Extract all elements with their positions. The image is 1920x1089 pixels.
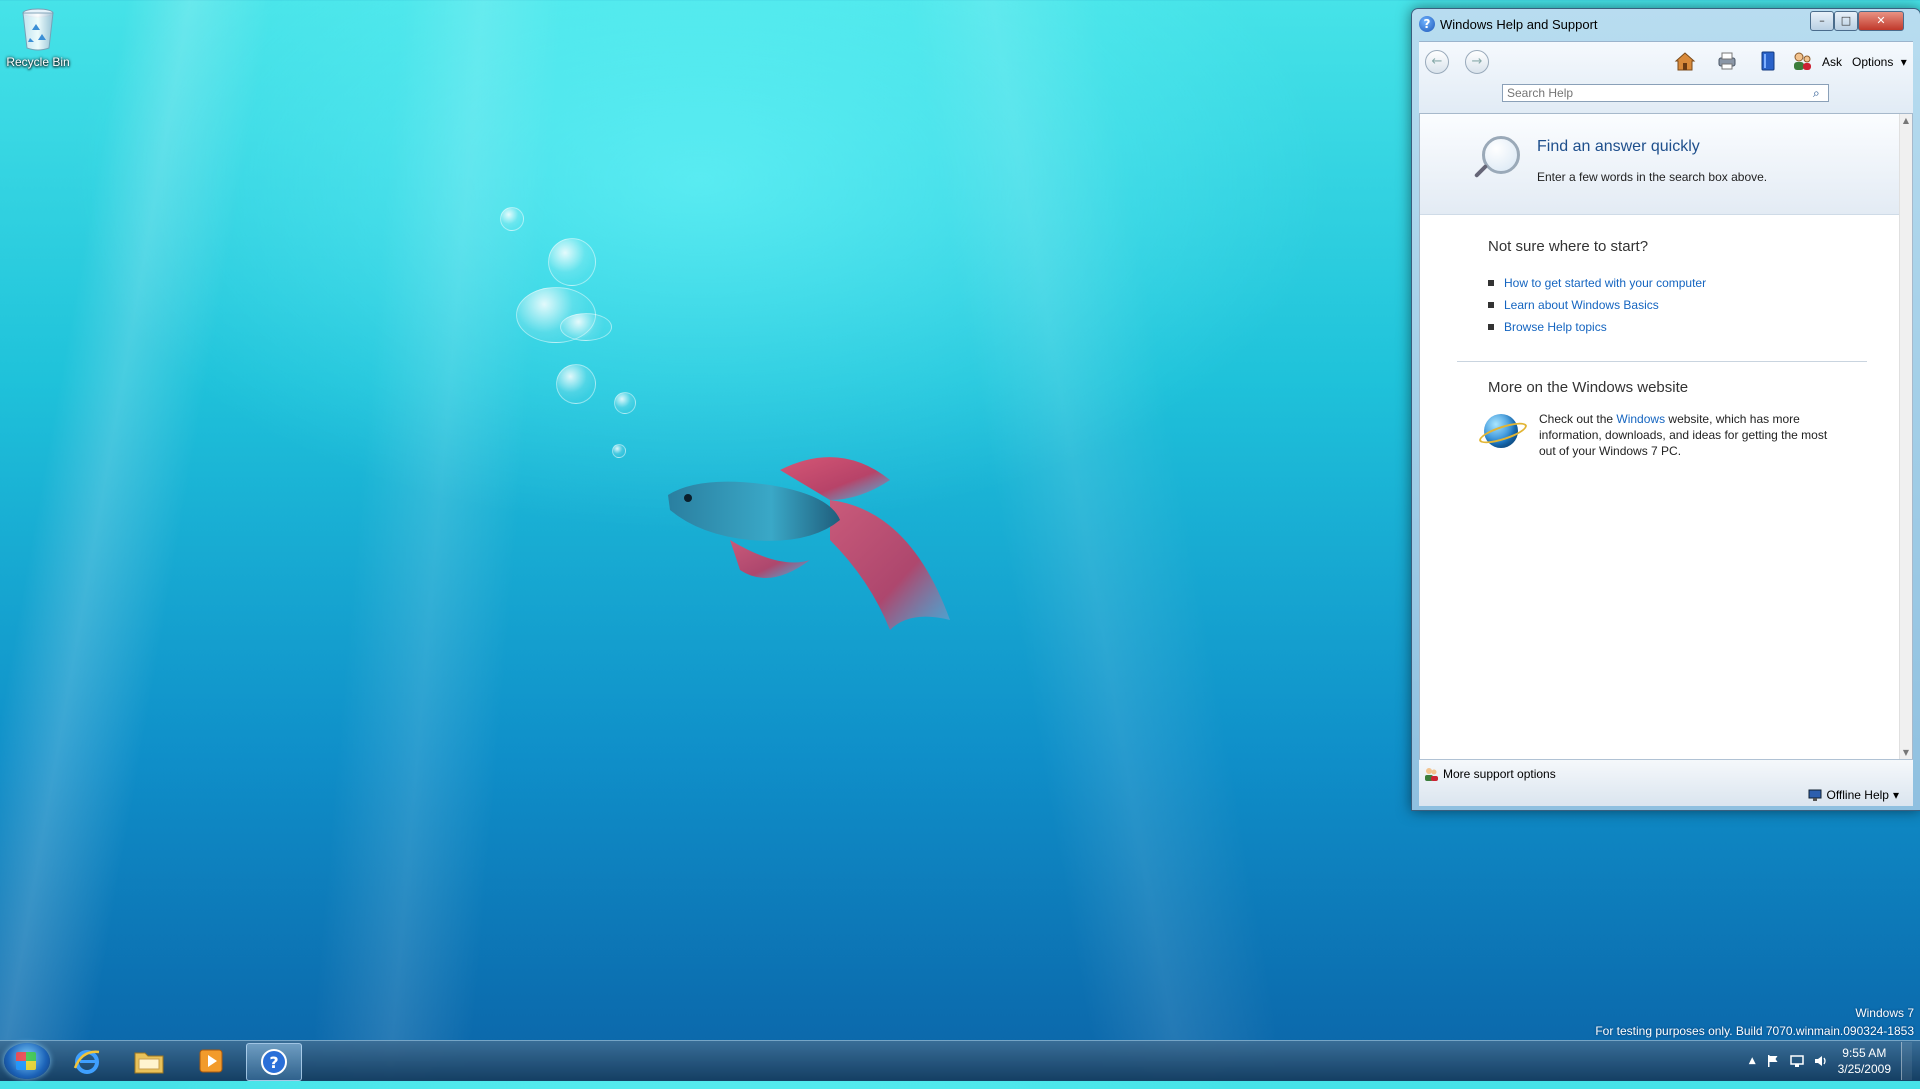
start-section-title: Not sure where to start? <box>1488 238 1649 255</box>
ask-button[interactable]: Ask <box>1822 55 1842 69</box>
internet-explorer-icon <box>73 1050 100 1074</box>
taskbar-windows-explorer[interactable] <box>122 1043 176 1079</box>
magnifier-icon <box>1482 136 1520 174</box>
show-hidden-icons-button[interactable]: ▲ <box>1749 1056 1756 1066</box>
chevron-down-icon: ▾ <box>1892 788 1899 802</box>
build-watermark: For testing purposes only. Build 7070.wi… <box>1595 1024 1914 1038</box>
bubble <box>548 238 596 286</box>
home-icon[interactable] <box>1674 50 1696 72</box>
ask-person-icon[interactable] <box>1791 50 1813 72</box>
link-get-started[interactable]: How to get started with your computer <box>1488 272 1706 294</box>
start-button[interactable] <box>4 1043 50 1079</box>
offline-help-button[interactable]: Offline Help ▾ <box>1808 788 1899 802</box>
windows-explorer-icon <box>134 1052 164 1074</box>
print-icon[interactable] <box>1716 50 1738 72</box>
website-text-before: Check out the <box>1539 412 1617 426</box>
bubble <box>614 392 636 414</box>
help-footer: More support options Offline Help ▾ <box>1419 759 1913 806</box>
bullet-icon <box>1488 324 1494 330</box>
options-button[interactable]: Options ▾ <box>1852 55 1907 69</box>
scroll-up-icon[interactable]: ▲ <box>1900 114 1912 128</box>
system-clock[interactable]: 9:55 AM 3/25/2009 <box>1838 1045 1891 1077</box>
windows-globe-icon <box>1484 414 1518 448</box>
windows-website-link[interactable]: Windows <box>1616 412 1665 426</box>
link-windows-basics[interactable]: Learn about Windows Basics <box>1488 294 1706 316</box>
close-button[interactable]: ✕ <box>1858 11 1904 31</box>
show-desktop-button[interactable] <box>1901 1042 1912 1080</box>
svg-text:?: ? <box>269 1053 278 1072</box>
forward-button[interactable]: → <box>1465 50 1489 74</box>
help-and-support-icon: ? <box>261 1049 287 1075</box>
link-browse-help-topics[interactable]: Browse Help topics <box>1488 316 1706 338</box>
taskbar-internet-explorer[interactable] <box>60 1043 114 1079</box>
chevron-down-icon: ▾ <box>1900 55 1907 69</box>
link-text: Browse Help topics <box>1504 320 1607 334</box>
bullet-icon <box>1488 280 1494 286</box>
action-center-flag-icon[interactable] <box>1766 1054 1780 1068</box>
link-text: Learn about Windows Basics <box>1504 298 1659 312</box>
minimize-button[interactable]: – <box>1810 11 1834 31</box>
bubble <box>556 364 596 404</box>
scroll-down-icon[interactable]: ▼ <box>1900 746 1912 760</box>
find-answer-panel: Find an answer quickly Enter a few words… <box>1420 114 1900 215</box>
taskbar-media-player[interactable] <box>184 1043 238 1079</box>
search-icon[interactable]: ⌕ <box>1813 86 1820 101</box>
bubble <box>612 444 626 458</box>
desktop-icon-label: Recycle Bin <box>6 55 70 69</box>
browse-help-icon[interactable] <box>1757 50 1779 72</box>
support-people-icon <box>1425 768 1438 781</box>
link-text: How to get started with your computer <box>1504 276 1707 290</box>
help-content-pane: Find an answer quickly Enter a few words… <box>1419 113 1913 761</box>
bubble <box>560 313 612 341</box>
options-label: Options <box>1852 55 1894 69</box>
betta-fish-wallpaper <box>668 457 950 630</box>
taskbar: ? ▲ 9:55 AM 3/25/2009 <box>0 1040 1920 1081</box>
clock-date: 3/25/2009 <box>1837 1062 1891 1076</box>
maximize-button[interactable]: □ <box>1834 11 1858 31</box>
network-icon[interactable] <box>1789 1054 1804 1068</box>
search-help-input[interactable] <box>1502 84 1829 102</box>
bullet-icon <box>1488 302 1494 308</box>
more-support-options-button[interactable]: More support options <box>1423 766 1556 782</box>
website-section-title: More on the Windows website <box>1488 379 1689 396</box>
offline-computer-icon <box>1808 789 1822 801</box>
find-answer-subtitle: Enter a few words in the search box abov… <box>1537 170 1768 184</box>
help-and-support-window: ? Windows Help and Support – □ ✕ ← → Ask… <box>1411 8 1920 811</box>
window-title: Windows Help and Support <box>1440 17 1598 32</box>
taskbar-help-and-support[interactable]: ? <box>246 1043 302 1081</box>
clock-time: 9:55 AM <box>1842 1046 1887 1060</box>
content-scrollbar[interactable]: ▲ ▼ <box>1899 114 1912 760</box>
bubble <box>500 207 524 231</box>
desktop-icon-recycle-bin[interactable]: Recycle Bin <box>4 6 72 69</box>
windows-logo-icon <box>16 1052 36 1070</box>
start-links-list: How to get started with your computer Le… <box>1488 272 1706 338</box>
website-description: Check out the Windows website, which has… <box>1539 411 1847 459</box>
section-divider <box>1457 361 1867 362</box>
back-button[interactable]: ← <box>1425 50 1449 74</box>
volume-icon[interactable] <box>1814 1054 1828 1068</box>
more-support-label: More support options <box>1443 767 1556 781</box>
offline-help-label: Offline Help <box>1826 788 1889 802</box>
media-player-icon <box>199 1049 223 1073</box>
help-icon: ? <box>1419 16 1435 32</box>
find-answer-title: Find an answer quickly <box>1537 138 1700 155</box>
windows-version-watermark: Windows 7 <box>1855 1006 1914 1020</box>
notification-area: ▲ 9:55 AM 3/25/2009 <box>1749 1041 1912 1081</box>
recycle-bin-icon <box>22 8 54 51</box>
window-titlebar[interactable]: ? Windows Help and Support – □ ✕ <box>1412 9 1920 39</box>
help-toolbar: ← → Ask Options ▾ ⌕ <box>1419 41 1913 114</box>
